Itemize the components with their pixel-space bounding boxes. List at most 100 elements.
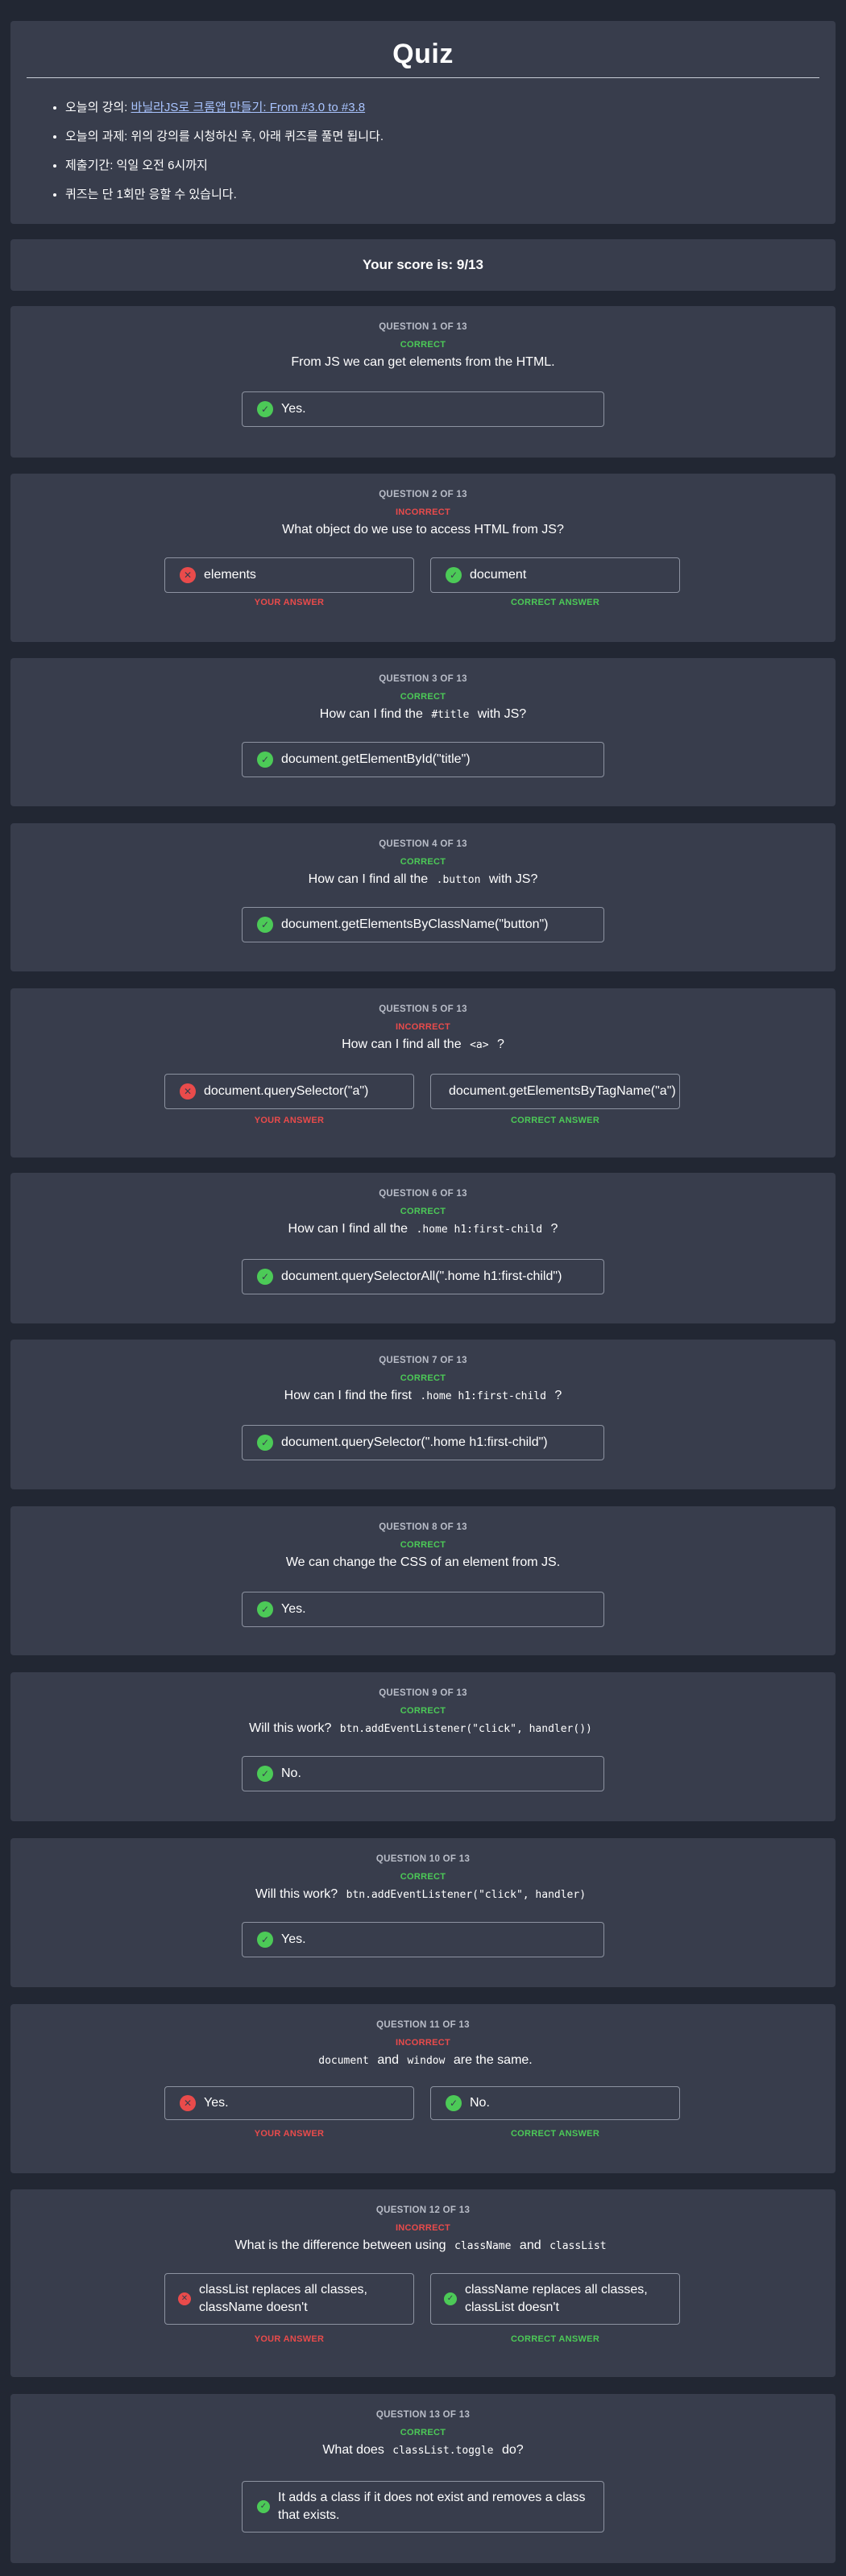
question-text-part: ?	[497, 1037, 504, 1051]
status-badge: INCORRECT	[395, 2038, 451, 2048]
code-snippet: #title	[431, 709, 470, 721]
page-title: Quiz	[392, 39, 454, 69]
question-number: QUESTION 9 OF 13	[379, 1688, 467, 1698]
question-text-part: How can I find all the	[342, 1037, 462, 1051]
answer-label: elements	[204, 568, 256, 582]
question-card: QUESTION 3 OF 13 CORRECT How can I find …	[10, 658, 836, 806]
answer-label: No.	[470, 2096, 490, 2110]
question-text: What does classList.toggle do?	[10, 2442, 836, 2459]
x-circle-icon: ✕	[180, 567, 196, 583]
answer-option[interactable]: ✓ document.getElementsByClassName("butto…	[242, 907, 604, 942]
your-answer-option[interactable]: ✕ document.querySelector("a")	[164, 1074, 414, 1109]
question-number: QUESTION 1 OF 13	[379, 322, 467, 332]
correct-answer-option[interactable]: ✓ No.	[430, 2086, 680, 2120]
answer-label: Yes.	[281, 1602, 306, 1616]
your-answer-option[interactable]: ✕ Yes.	[164, 2086, 414, 2120]
answer-option[interactable]: ✓ Yes.	[242, 391, 604, 427]
question-text: How can I find all the .home h1:first-ch…	[10, 1221, 836, 1238]
code-snippet: .home h1:first-child	[416, 1224, 543, 1236]
x-circle-icon: ✕	[178, 2292, 191, 2305]
answer-label: document.querySelector(".home h1:first-c…	[281, 1435, 548, 1449]
status-badge: CORRECT	[400, 1706, 446, 1716]
answer-label: Yes.	[204, 2096, 229, 2110]
answer-option[interactable]: ✓ It adds a class if it does not exist a…	[242, 2481, 604, 2533]
question-text-part: What is the difference between using	[234, 2238, 446, 2252]
code-snippet: .home h1:first-child	[420, 1390, 546, 1402]
correct-answer-option[interactable]: document.getElementsByTagName("a")	[430, 1074, 680, 1109]
code-snippet: .button	[436, 874, 481, 886]
check-circle-icon: ✓	[257, 1932, 273, 1948]
info-item-lecture: 오늘의 강의: 바닐라JS로 크롬앱 만들기: From #3.0 to #3.…	[65, 93, 384, 122]
your-answer-label: YOUR ANSWER	[254, 2334, 325, 2344]
code-snippet: btn.addEventListener("click", handler())	[339, 1723, 592, 1735]
answer-label: It adds a class if it does not exist and…	[278, 2491, 586, 2522]
code-snippet: btn.addEventListener("click", handler)	[346, 1889, 587, 1901]
answer-option[interactable]: ✓ document.querySelectorAll(".home h1:fi…	[242, 1259, 604, 1294]
question-text: What is the difference between using cla…	[10, 2238, 836, 2255]
score-banner: Your score is: 9/13	[10, 239, 836, 291]
question-text-part: do?	[501, 2443, 524, 2457]
lecture-label: 오늘의 강의:	[65, 101, 131, 114]
question-text-part: How can I find all the	[288, 1222, 408, 1236]
correct-answer-label: CORRECT ANSWER	[510, 2334, 600, 2344]
question-text-part: ?	[554, 1389, 562, 1402]
status-badge: INCORRECT	[395, 1022, 451, 1032]
question-text: Will this work? btn.addEventListener("cl…	[10, 1886, 836, 1903]
correct-answer-option[interactable]: ✓ className replaces all classes, classL…	[430, 2273, 680, 2325]
check-circle-icon: ✓	[257, 1766, 273, 1782]
question-number: QUESTION 2 OF 13	[379, 490, 467, 499]
code-snippet: window	[407, 2055, 446, 2067]
question-text: What object do we use to access HTML fro…	[282, 523, 564, 536]
your-answer-label: YOUR ANSWER	[254, 598, 325, 607]
answer-label: classList replaces all classes, classNam…	[199, 2283, 367, 2314]
question-text-part: and	[519, 2238, 541, 2252]
lecture-link[interactable]: 바닐라JS로 크롬앱 만들기: From #3.0 to #3.8	[131, 101, 366, 114]
quiz-header: Quiz 오늘의 강의: 바닐라JS로 크롬앱 만들기: From #3.0 t…	[10, 21, 836, 224]
check-circle-icon: ✓	[257, 752, 273, 768]
answer-label: Yes.	[281, 1932, 306, 1946]
question-text-part: How can I find the first	[284, 1389, 412, 1402]
x-circle-icon: ✕	[180, 1083, 196, 1100]
answer-option[interactable]: ✓ Yes.	[242, 1922, 604, 1957]
question-text: We can change the CSS of an element from…	[285, 1555, 561, 1569]
question-text: How can I find the first .home h1:first-…	[10, 1388, 836, 1405]
info-item-attempts: 퀴즈는 단 1회만 응할 수 있습니다.	[65, 180, 384, 209]
question-text: How can I find all the <a> ?	[10, 1037, 836, 1054]
question-card: QUESTION 11 OF 13 INCORRECT document and…	[10, 2004, 836, 2173]
question-number: QUESTION 5 OF 13	[379, 1004, 467, 1014]
answer-option[interactable]: ✓ Yes.	[242, 1592, 604, 1627]
check-circle-icon: ✓	[257, 1269, 273, 1285]
answer-label: document.getElementById("title")	[281, 752, 471, 766]
question-card: QUESTION 9 OF 13 CORRECT Will this work?…	[10, 1672, 836, 1821]
info-list: 오늘의 강의: 바닐라JS로 크롬앱 만들기: From #3.0 to #3.…	[43, 93, 384, 209]
answer-option[interactable]: ✓ document.querySelector(".home h1:first…	[242, 1425, 604, 1460]
answer-label: document.querySelectorAll(".home h1:firs…	[281, 1269, 562, 1283]
check-circle-icon: ✓	[444, 2292, 457, 2305]
answer-label: className replaces all classes, classLis…	[465, 2283, 648, 2314]
your-answer-option[interactable]: ✕ classList replaces all classes, classN…	[164, 2273, 414, 2325]
question-number: QUESTION 11 OF 13	[376, 2020, 470, 2030]
question-text: How can I find the #title with JS?	[10, 706, 836, 723]
status-badge: CORRECT	[400, 340, 446, 350]
answer-option[interactable]: ✓ No.	[242, 1756, 604, 1791]
question-card: QUESTION 13 OF 13 CORRECT What does clas…	[10, 2394, 836, 2563]
question-text-part: with JS?	[477, 707, 527, 721]
answer-label: No.	[281, 1766, 301, 1780]
question-card: QUESTION 8 OF 13 CORRECT We can change t…	[10, 1506, 836, 1655]
question-text: document and window are the same.	[10, 2052, 836, 2069]
correct-answer-option[interactable]: ✓ document	[430, 557, 680, 593]
question-number: QUESTION 13 OF 13	[375, 2410, 471, 2420]
check-circle-icon: ✓	[446, 567, 462, 583]
code-snippet: classList.toggle	[392, 2445, 494, 2457]
your-answer-option[interactable]: ✕ elements	[164, 557, 414, 593]
answer-label: document.querySelector("a")	[204, 1084, 369, 1098]
status-badge: CORRECT	[400, 857, 446, 867]
title-divider	[27, 77, 819, 78]
status-badge: CORRECT	[400, 1373, 446, 1383]
answer-option[interactable]: ✓ document.getElementById("title")	[242, 742, 604, 777]
question-card: QUESTION 2 OF 13 INCORRECT What object d…	[10, 474, 836, 642]
question-number: QUESTION 6 OF 13	[379, 1189, 467, 1199]
status-badge: CORRECT	[400, 692, 446, 702]
question-number: QUESTION 8 OF 13	[379, 1522, 467, 1532]
question-text-part: ?	[550, 1222, 558, 1236]
